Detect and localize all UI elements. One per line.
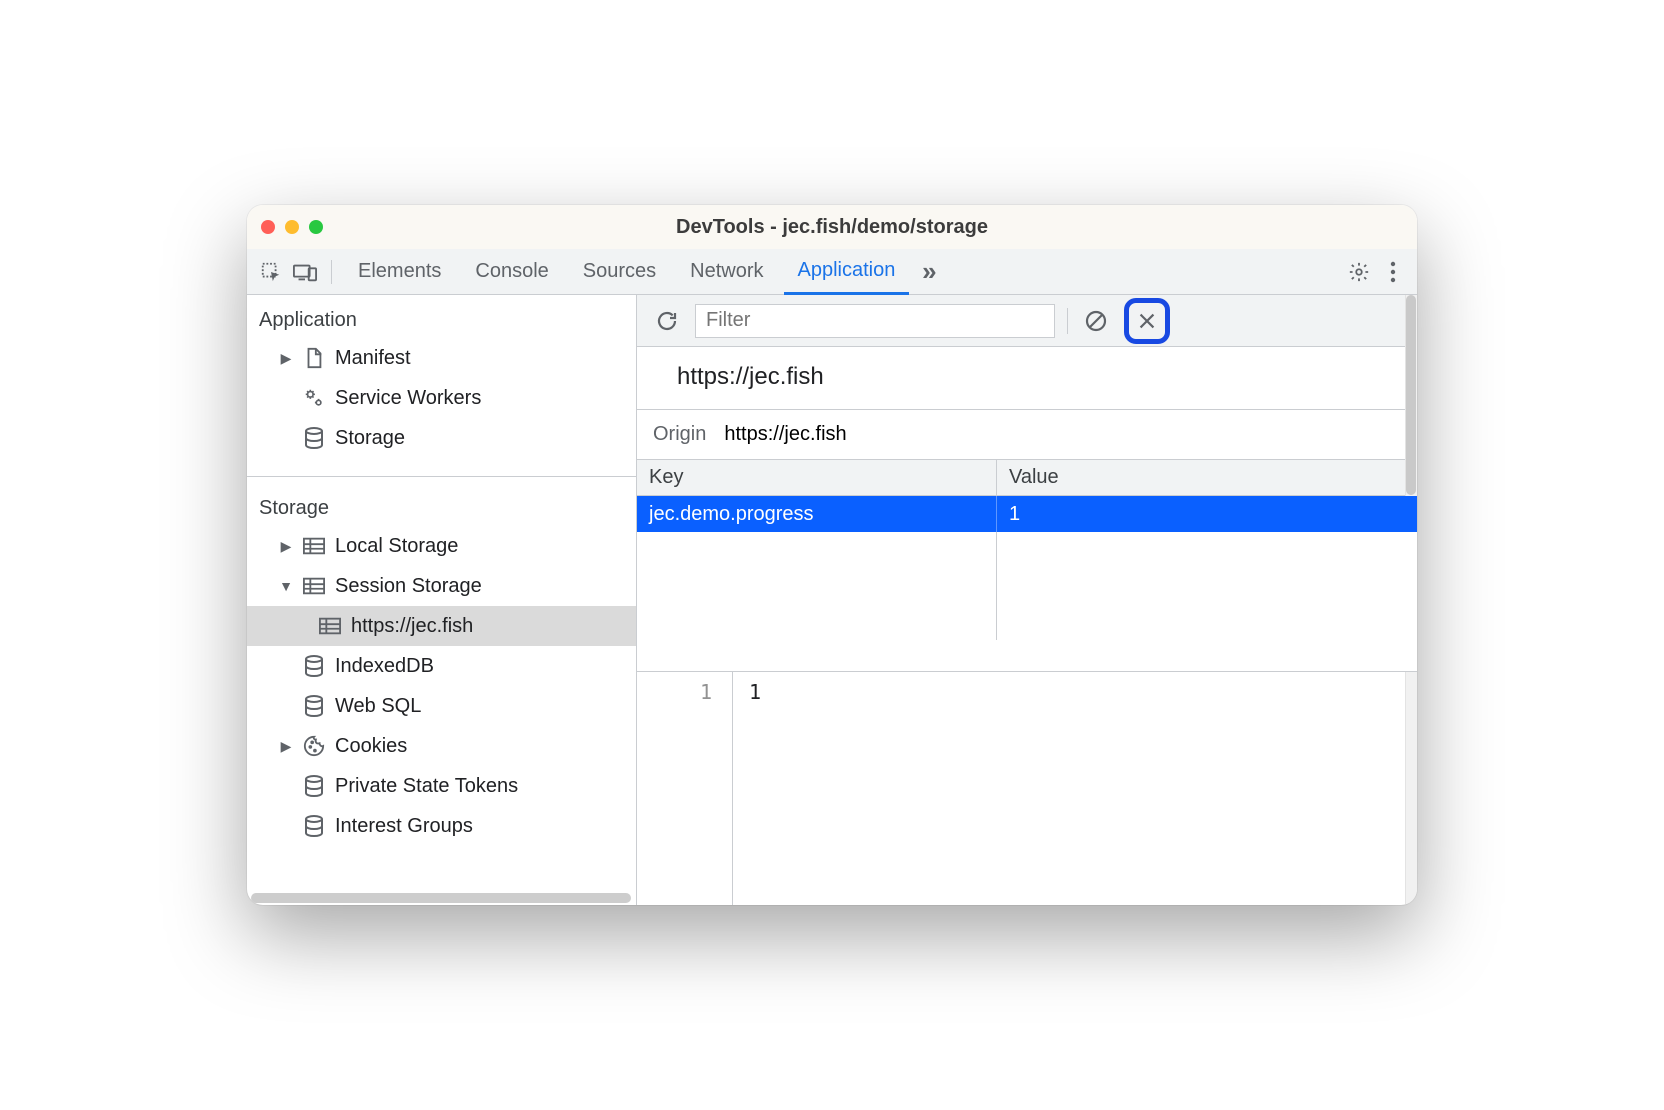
panel-tabs: Elements Console Sources Network Applica…	[247, 249, 1417, 295]
sidebar-item-label: IndexedDB	[335, 655, 434, 678]
sidebar-item-manifest[interactable]: ▶ Manifest	[247, 338, 636, 378]
storage-table-body: jec.demo.progress 1	[637, 496, 1417, 672]
storage-row-value: 1	[997, 496, 1417, 532]
storage-toolbar	[637, 295, 1417, 347]
kebab-menu-icon[interactable]	[1379, 258, 1407, 286]
database-icon	[301, 653, 327, 679]
sidebar-item-label: Session Storage	[335, 575, 482, 598]
empty-rows	[637, 532, 1417, 671]
window-title: DevTools - jec.fish/demo/storage	[247, 216, 1417, 239]
origin-heading: https://jec.fish	[637, 347, 1417, 410]
highlight-annotation	[1124, 298, 1170, 344]
sidebar-item-service-workers[interactable]: Service Workers	[247, 378, 636, 418]
section-application-title: Application	[247, 295, 636, 338]
sidebar-item-label: Storage	[335, 427, 405, 450]
storage-table-header: Key Value	[637, 460, 1417, 496]
database-icon	[301, 425, 327, 451]
divider	[1067, 308, 1068, 334]
sidebar-item-label: Interest Groups	[335, 815, 473, 838]
section-storage-title: Storage	[247, 483, 636, 526]
delete-selected-icon[interactable]	[1131, 305, 1163, 337]
sidebar-item-private-state-tokens[interactable]: Private State Tokens	[247, 766, 636, 806]
preview-content: 1	[733, 672, 1417, 905]
column-value[interactable]: Value	[997, 460, 1417, 495]
vertical-scrollbar-thumb[interactable]	[1406, 295, 1416, 495]
window-zoom-button[interactable]	[309, 220, 323, 234]
inspect-element-icon[interactable]	[257, 258, 285, 286]
sidebar-item-label: Cookies	[335, 735, 407, 758]
tab-application[interactable]: Application	[784, 249, 910, 295]
sidebar-item-label: Service Workers	[335, 387, 481, 410]
sidebar-item-interest-groups[interactable]: Interest Groups	[247, 806, 636, 846]
sidebar-item-label: Private State Tokens	[335, 775, 518, 798]
sidebar-item-label: Local Storage	[335, 535, 458, 558]
database-icon	[301, 813, 327, 839]
refresh-icon[interactable]	[651, 305, 683, 337]
device-mode-icon[interactable]	[291, 258, 319, 286]
sidebar-item-label: Manifest	[335, 347, 411, 370]
sidebar-item-local-storage[interactable]: ▶ Local Storage	[247, 526, 636, 566]
twisty-right-icon: ▶	[279, 350, 293, 367]
twisty-down-icon: ▼	[279, 578, 293, 594]
titlebar: DevTools - jec.fish/demo/storage	[247, 205, 1417, 249]
preview-line-number: 1	[637, 672, 733, 905]
clear-all-icon[interactable]	[1080, 305, 1112, 337]
twisty-right-icon: ▶	[279, 738, 293, 755]
window-minimize-button[interactable]	[285, 220, 299, 234]
storage-row-key: jec.demo.progress	[637, 496, 997, 532]
devtools-window: DevTools - jec.fish/demo/storage Element…	[247, 205, 1417, 905]
horizontal-scrollbar[interactable]	[251, 893, 631, 903]
origin-value: https://jec.fish	[724, 423, 846, 446]
origin-label: Origin	[653, 423, 706, 446]
origin-row: Origin https://jec.fish	[637, 410, 1417, 460]
table-icon	[301, 573, 327, 599]
filter-input[interactable]	[695, 304, 1055, 338]
storage-panel: https://jec.fish Origin https://jec.fish…	[637, 295, 1417, 905]
divider	[331, 260, 332, 284]
sidebar-item-indexeddb[interactable]: IndexedDB	[247, 646, 636, 686]
table-icon	[301, 533, 327, 559]
sidebar-item-session-storage-origin[interactable]: https://jec.fish	[247, 606, 636, 646]
window-close-button[interactable]	[261, 220, 275, 234]
sidebar-item-websql[interactable]: Web SQL	[247, 686, 636, 726]
more-tabs-icon[interactable]: »	[915, 258, 943, 286]
divider	[247, 476, 636, 477]
sidebar-item-storage-overview[interactable]: Storage	[247, 418, 636, 458]
tab-console[interactable]: Console	[461, 249, 562, 295]
sidebar-item-session-storage[interactable]: ▼ Session Storage	[247, 566, 636, 606]
twisty-right-icon: ▶	[279, 538, 293, 555]
tab-network[interactable]: Network	[676, 249, 777, 295]
column-key[interactable]: Key	[637, 460, 997, 495]
tab-elements[interactable]: Elements	[344, 249, 455, 295]
database-icon	[301, 693, 327, 719]
settings-icon[interactable]	[1345, 258, 1373, 286]
sidebar-item-cookies[interactable]: ▶ Cookies	[247, 726, 636, 766]
cookie-icon	[301, 733, 327, 759]
file-icon	[301, 345, 327, 371]
value-preview: 1 1	[637, 672, 1417, 905]
gears-icon	[301, 385, 327, 411]
sidebar-item-label: https://jec.fish	[351, 615, 473, 638]
sidebar-item-label: Web SQL	[335, 695, 421, 718]
table-icon	[317, 613, 343, 639]
application-sidebar: Application ▶ Manifest Service Workers	[247, 295, 637, 905]
tab-sources[interactable]: Sources	[569, 249, 670, 295]
traffic-lights	[261, 220, 323, 234]
database-icon	[301, 773, 327, 799]
storage-row-selected[interactable]: jec.demo.progress 1	[637, 496, 1417, 532]
